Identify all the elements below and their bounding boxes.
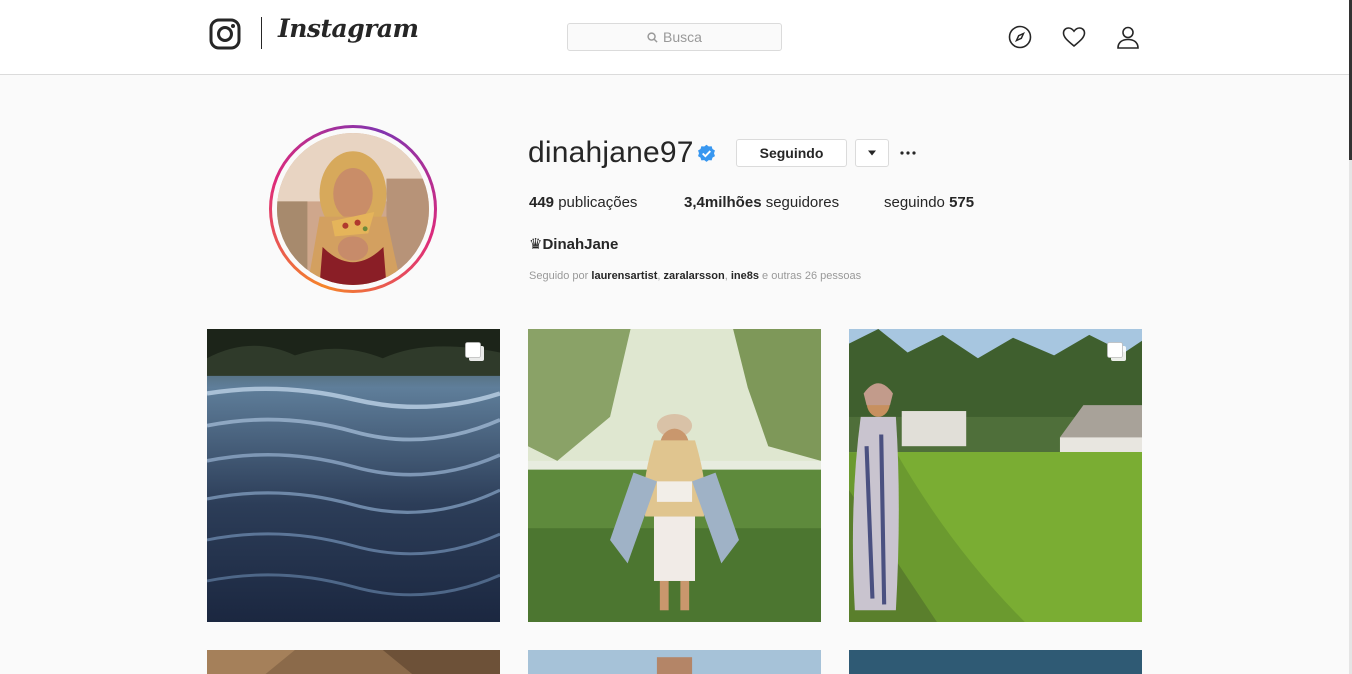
multiple-photos-icon <box>1107 342 1126 361</box>
verified-badge-icon <box>698 144 715 162</box>
more-options-button[interactable] <box>896 142 920 164</box>
heart-icon[interactable] <box>1062 25 1086 49</box>
suggestions-dropdown-button[interactable] <box>855 139 889 167</box>
following-button[interactable]: Seguindo <box>736 139 847 167</box>
followers-link[interactable]: 3,4milhões seguidores <box>684 194 839 211</box>
ellipsis-icon <box>900 151 916 155</box>
search-icon <box>647 31 658 43</box>
profile-full-name: ♛DinahJane <box>529 236 619 253</box>
instagram-wordmark[interactable]: Instagram <box>278 14 419 43</box>
followed-by-text: Seguido por laurensartist, zaralarsson, … <box>529 270 862 282</box>
following-count-value: 575 <box>949 194 975 211</box>
posts-count: 449 publicações <box>529 194 637 211</box>
post-image <box>849 329 1142 622</box>
compass-icon[interactable] <box>1008 25 1032 49</box>
post-thumbnail[interactable] <box>207 650 500 674</box>
followers-count-value: 3,4milhões <box>684 194 762 211</box>
post-thumbnail[interactable] <box>207 329 500 622</box>
post-thumbnail[interactable] <box>528 329 821 622</box>
followed-by-prefix: Seguido por <box>529 270 589 282</box>
top-navigation-bar: Instagram Busca <box>0 0 1352 75</box>
profile-avatar-story-ring[interactable] <box>269 125 437 293</box>
post-thumbnail[interactable] <box>528 650 821 674</box>
search-placeholder: Busca <box>663 29 702 45</box>
posts-count-value: 449 <box>529 194 555 211</box>
posts-count-label: publicações <box>558 194 638 211</box>
post-image <box>849 650 1142 674</box>
caret-down-icon <box>868 150 876 156</box>
instagram-camera-icon[interactable] <box>209 18 241 50</box>
followed-by-user-link[interactable]: laurensartist <box>591 270 657 282</box>
followers-count-label: seguidores <box>765 194 840 211</box>
post-image <box>528 650 821 674</box>
post-thumbnail[interactable] <box>849 329 1142 622</box>
post-image <box>207 329 500 622</box>
post-thumbnail[interactable] <box>849 650 1142 674</box>
avatar-image <box>277 133 429 285</box>
person-icon[interactable] <box>1116 25 1140 49</box>
avatar[interactable] <box>277 133 429 285</box>
logo-divider <box>261 17 262 49</box>
following-count-label: seguindo <box>884 194 945 211</box>
post-image <box>528 329 821 622</box>
search-input[interactable]: Busca <box>567 23 782 51</box>
multiple-photos-icon <box>465 342 484 361</box>
followed-by-user-link[interactable]: ine8s <box>731 270 759 282</box>
post-image <box>207 650 500 674</box>
following-link[interactable]: seguindo 575 <box>884 194 974 211</box>
followed-by-suffix: e outras 26 pessoas <box>762 270 862 282</box>
followed-by-user-link[interactable]: zaralarsson <box>664 270 725 282</box>
profile-username: dinahjane97 <box>528 136 694 169</box>
